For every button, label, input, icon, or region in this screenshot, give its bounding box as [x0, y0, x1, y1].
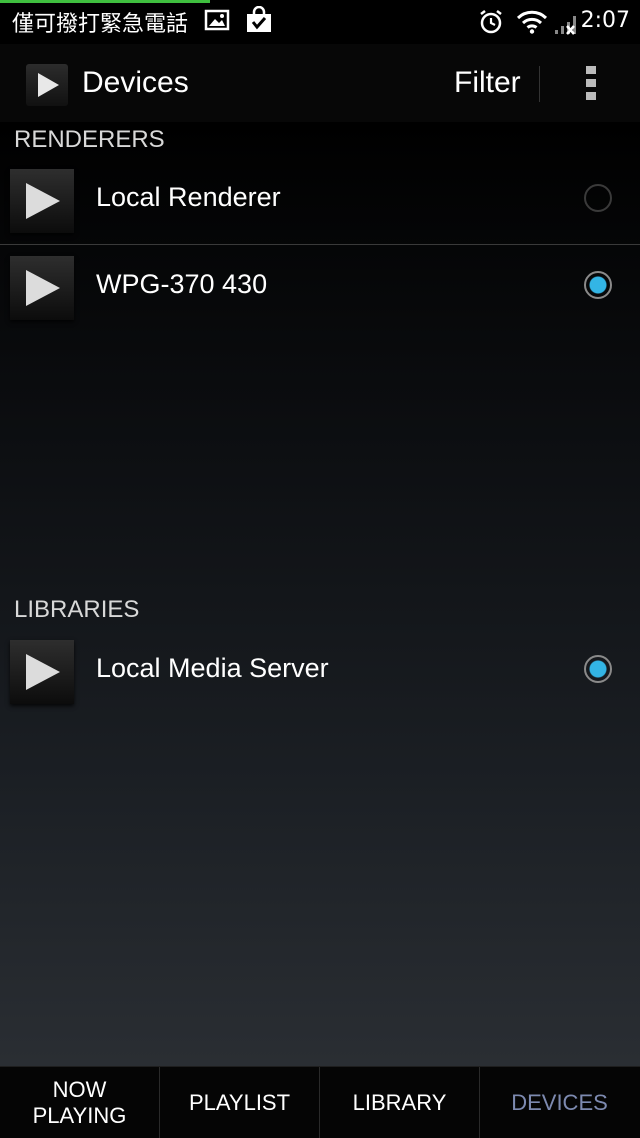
- renderer-radio-wpg[interactable]: [584, 271, 612, 299]
- tab-now-playing[interactable]: NOW PLAYING: [0, 1067, 159, 1138]
- wifi-icon: [516, 10, 548, 38]
- renderer-item-wpg[interactable]: WPG-370 430: [0, 253, 640, 339]
- progress-indicator: [0, 0, 210, 3]
- screen: 僅可撥打緊急電話 2:07 Devices Filter RENDERERS L…: [0, 0, 640, 1138]
- play-icon: [38, 73, 59, 97]
- carrier-text: 僅可撥打緊急電話: [12, 12, 189, 37]
- tab-label: LIBRARY: [352, 1090, 447, 1115]
- renderers-header: RENDERERS: [14, 126, 165, 153]
- device-list: RENDERERS Local Renderer WPG-370 430 LIB…: [0, 122, 640, 1066]
- library-label: Local Media Server: [96, 653, 329, 683]
- tab-devices[interactable]: DEVICES: [480, 1067, 639, 1138]
- tab-label: PLAYLIST: [188, 1090, 291, 1115]
- library-item-local-media-server[interactable]: Local Media Server: [0, 637, 640, 723]
- row-divider: [0, 244, 640, 245]
- renderer-radio-local[interactable]: [584, 184, 612, 212]
- shopping-bag-check-icon: [245, 5, 273, 38]
- renderer-item-local[interactable]: Local Renderer: [0, 166, 640, 252]
- filter-button[interactable]: Filter: [454, 66, 521, 100]
- tab-playlist[interactable]: PLAYLIST: [160, 1067, 319, 1138]
- play-icon: [26, 270, 60, 306]
- play-icon: [26, 654, 60, 690]
- signal-no-service-icon: [554, 12, 584, 40]
- alarm-icon: [478, 9, 504, 39]
- bottom-tab-bar: NOW PLAYING PLAYLIST LIBRARY DEVICES: [0, 1066, 640, 1138]
- page-title: Devices: [82, 66, 189, 99]
- device-thumbnail: [10, 169, 74, 233]
- device-thumbnail: [10, 640, 74, 704]
- renderer-label: WPG-370 430: [96, 269, 268, 299]
- device-thumbnail: [10, 256, 74, 320]
- tab-label: NOW PLAYING: [32, 1077, 127, 1128]
- action-bar: Devices Filter: [0, 44, 640, 122]
- tab-label: DEVICES: [511, 1090, 608, 1115]
- image-notification-icon: [204, 8, 230, 36]
- more-vertical-icon[interactable]: [580, 66, 602, 104]
- play-icon: [26, 183, 60, 219]
- clock: 2:07: [580, 8, 630, 33]
- renderer-label: Local Renderer: [96, 182, 281, 212]
- tab-library[interactable]: LIBRARY: [320, 1067, 479, 1138]
- library-radio-local-media-server[interactable]: [584, 655, 612, 683]
- status-bar: 僅可撥打緊急電話 2:07: [0, 0, 640, 44]
- libraries-header: LIBRARIES: [14, 596, 140, 623]
- app-icon[interactable]: [26, 64, 68, 106]
- action-bar-divider: [539, 66, 540, 102]
